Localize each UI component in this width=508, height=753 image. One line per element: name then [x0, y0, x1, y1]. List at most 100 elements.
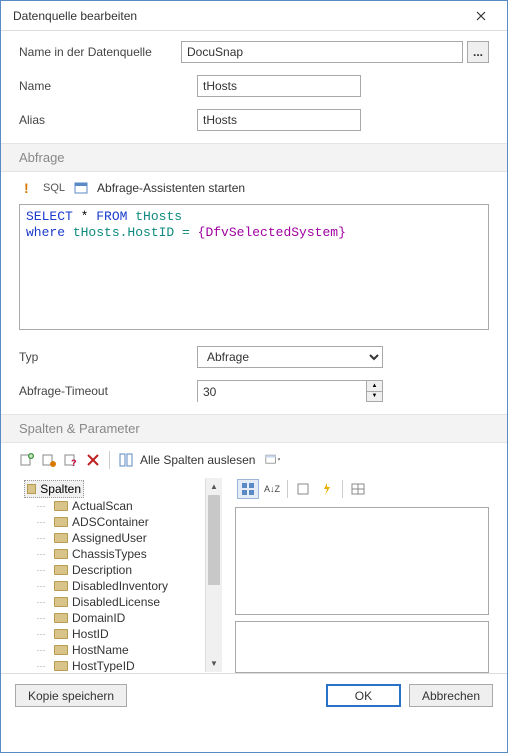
timeout-input[interactable]: ▲ ▼ — [197, 380, 383, 402]
tree-item[interactable]: ⋯ ChassisTypes — [30, 546, 205, 562]
label-name-in-ds: Name in der Datenquelle — [19, 45, 181, 59]
tree-item[interactable]: ⋯ AssignedUser — [30, 530, 205, 546]
title-bar: Datenquelle bearbeiten — [1, 1, 507, 31]
tree-item-label: AssignedUser — [72, 531, 147, 545]
scroll-thumb[interactable] — [208, 495, 220, 585]
tree-branch-icon: ⋯ — [32, 597, 50, 608]
column-icon — [54, 501, 68, 511]
tree-branch-icon: ⋯ — [32, 661, 50, 672]
warning-icon: ! — [19, 180, 35, 196]
tree-item[interactable]: ⋯ Description — [30, 562, 205, 578]
calc-column-icon[interactable] — [41, 452, 57, 468]
label-typ: Typ — [19, 350, 197, 364]
column-icon — [54, 613, 68, 623]
columns-tree[interactable]: Spalten ⋯ ActualScan ⋯ ADSContainer ⋯ Assigne… — [19, 477, 223, 673]
tree-item[interactable]: ⋯ HostTypeID — [30, 658, 205, 672]
property-grid[interactable] — [235, 507, 489, 615]
cancel-button[interactable]: Abbrechen — [409, 684, 493, 707]
tree-branch-icon: ⋯ — [32, 549, 50, 560]
prop-page-button[interactable] — [292, 479, 314, 499]
tree-branch-icon: ⋯ — [32, 501, 50, 512]
save-copy-button[interactable]: Kopie speichern — [15, 684, 127, 707]
separator — [342, 480, 343, 498]
read-all-columns-button[interactable]: Alle Spalten auslesen — [140, 453, 255, 467]
timeout-value[interactable] — [198, 381, 366, 403]
name-in-ds-input[interactable] — [181, 41, 463, 63]
tree-branch-icon: ⋯ — [32, 581, 50, 592]
tree-item[interactable]: ⋯ DomainID — [30, 610, 205, 626]
columns-toolbar: ? Alle Spalten auslesen — [19, 443, 489, 477]
spinner-down-icon[interactable]: ▼ — [367, 392, 382, 402]
spinner-up-icon[interactable]: ▲ — [367, 381, 382, 392]
column-icon — [54, 645, 68, 655]
scroll-down-icon[interactable]: ▼ — [206, 655, 222, 672]
name-input[interactable] — [197, 75, 361, 97]
sort-az-icon: A↓Z — [264, 484, 280, 494]
view-options-icon[interactable] — [265, 452, 281, 468]
tree-item[interactable]: ⋯HostID — [30, 626, 205, 642]
tree-branch-icon: ⋯ — [32, 629, 50, 640]
svg-text:!: ! — [24, 181, 29, 195]
column-icon — [54, 661, 68, 671]
section-abfrage: Abfrage — [1, 143, 507, 172]
folder-icon — [27, 484, 36, 494]
query-wizard-button[interactable]: Abfrage-Assistenten starten — [97, 181, 245, 195]
categorized-view-button[interactable] — [237, 479, 259, 499]
tree-item[interactable]: ⋯DisabledLicense — [30, 594, 205, 610]
tree-item-label: Description — [72, 563, 132, 577]
label-timeout: Abfrage-Timeout — [19, 384, 197, 398]
tree-item-label: ADSContainer — [72, 515, 149, 529]
typ-select[interactable]: Abfrage — [197, 346, 383, 368]
column-icon — [54, 533, 68, 543]
sql-label: SQL — [43, 182, 65, 194]
column-icon — [54, 629, 68, 639]
close-button[interactable] — [461, 2, 501, 30]
label-name: Name — [19, 79, 197, 93]
add-column-icon[interactable] — [19, 452, 35, 468]
tree-branch-icon: ⋯ — [32, 613, 50, 624]
scroll-track[interactable] — [206, 585, 222, 655]
tree-item-label: DomainID — [72, 611, 125, 625]
tree-branch-icon: ⋯ — [32, 565, 50, 576]
tree-item-label: ActualScan — [72, 499, 133, 513]
tree-item-label: HostTypeID — [72, 659, 135, 672]
alias-input[interactable] — [197, 109, 361, 131]
tree-branch-icon: ⋯ — [32, 517, 50, 528]
ok-button[interactable]: OK — [326, 684, 401, 707]
query-wizard-icon[interactable] — [73, 180, 89, 196]
column-icon — [54, 517, 68, 527]
tree-item[interactable]: ⋯HostName — [30, 642, 205, 658]
separator — [287, 480, 288, 498]
browse-datasource-button[interactable]: ... — [467, 41, 489, 63]
refresh-columns-icon[interactable] — [118, 452, 134, 468]
svg-text:?: ? — [71, 458, 77, 468]
prop-lightning-button[interactable] — [316, 479, 338, 499]
tree-item[interactable]: ⋯ DisabledInventory — [30, 578, 205, 594]
tree-item-label: HostName — [72, 643, 129, 657]
tree-branch-icon: ⋯ — [32, 533, 50, 544]
column-icon — [54, 565, 68, 575]
tree-scrollbar[interactable]: ▲ ▼ — [205, 478, 222, 672]
tree-item-label: ChassisTypes — [72, 547, 147, 561]
tree-root-spalten[interactable]: Spalten — [24, 480, 84, 498]
property-toolbar: A↓Z — [235, 477, 489, 501]
sql-editor[interactable]: SELECT * FROM tHosts where tHosts.HostID… — [19, 204, 489, 330]
scroll-up-icon[interactable]: ▲ — [206, 478, 222, 495]
tree-root-label: Spalten — [40, 482, 81, 496]
label-alias: Alias — [19, 113, 197, 127]
section-spalten-parameter: Spalten & Parameter — [1, 414, 507, 443]
dialog-footer: Kopie speichern OK Abbrechen — [1, 673, 507, 717]
tree-item-label: DisabledInventory — [72, 579, 168, 593]
column-icon — [54, 597, 68, 607]
window-title: Datenquelle bearbeiten — [13, 9, 461, 23]
delete-icon[interactable] — [85, 452, 101, 468]
column-icon — [54, 549, 68, 559]
prop-grid-button[interactable] — [347, 479, 369, 499]
column-icon — [54, 581, 68, 591]
param-column-icon[interactable]: ? — [63, 452, 79, 468]
alphabetical-view-button[interactable]: A↓Z — [261, 479, 283, 499]
tree-item[interactable]: ⋯ ActualScan — [30, 498, 205, 514]
close-icon — [476, 11, 486, 21]
tree-item[interactable]: ⋯ ADSContainer — [30, 514, 205, 530]
query-toolbar: ! SQL Abfrage-Assistenten starten — [19, 172, 489, 204]
